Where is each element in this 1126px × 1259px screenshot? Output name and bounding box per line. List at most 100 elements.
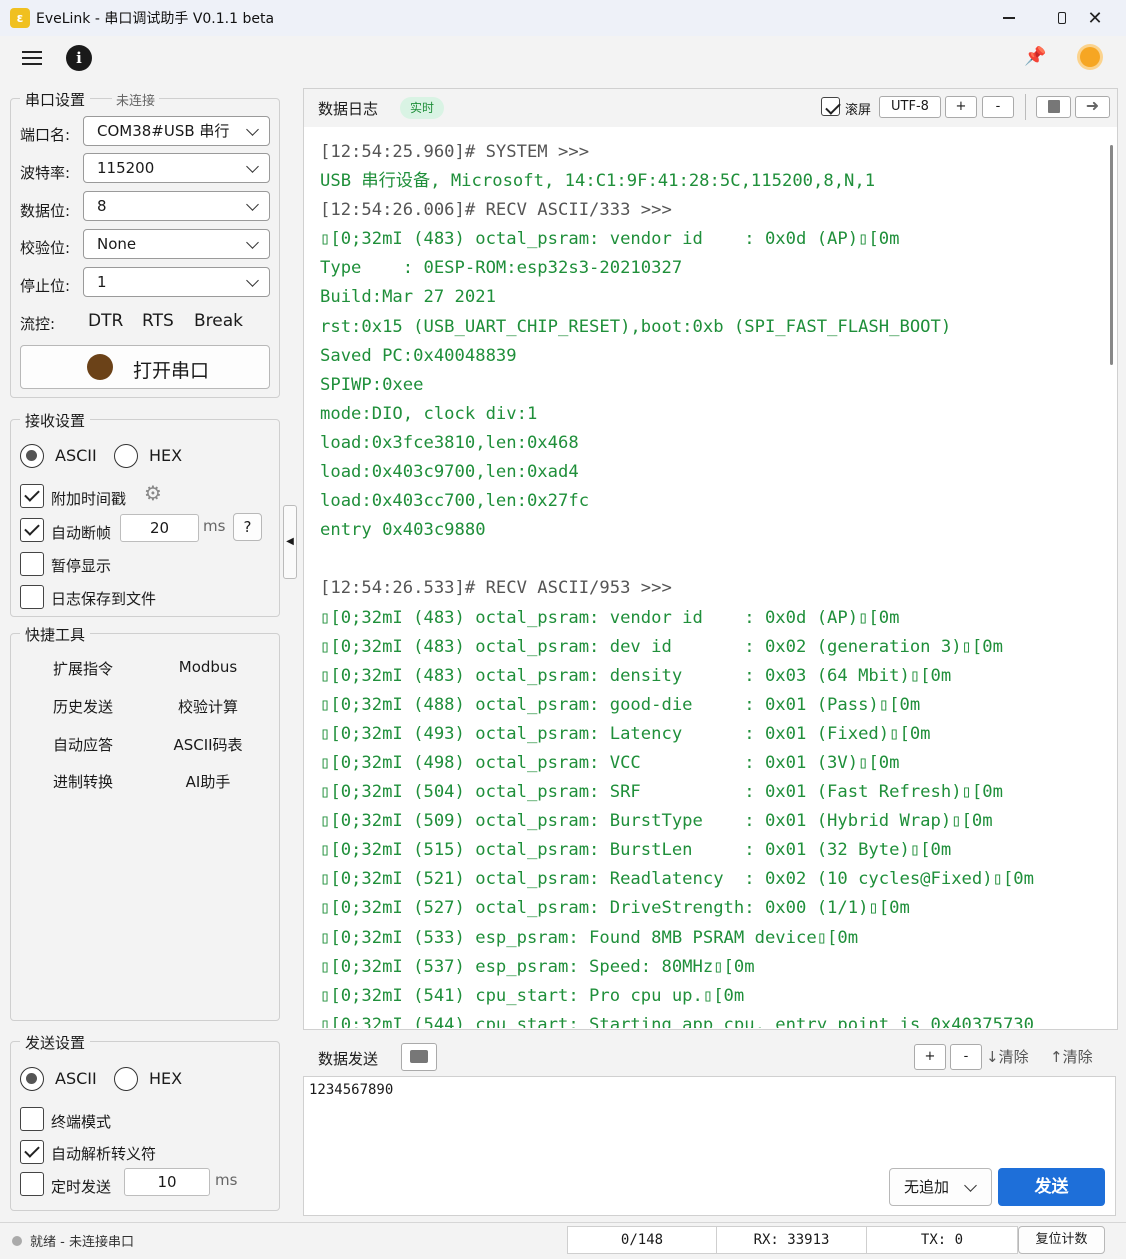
maximize-button[interactable] xyxy=(1008,0,1066,36)
send-ascii-radio[interactable] xyxy=(20,1067,44,1091)
triangle-left-icon: ◀ xyxy=(286,536,294,547)
reset-counter-button[interactable]: 复位计数 xyxy=(1018,1226,1105,1254)
trash-button[interactable] xyxy=(1036,96,1071,118)
close-button[interactable]: ✕ xyxy=(1066,0,1124,36)
chevron-down-icon xyxy=(246,236,259,249)
tx-counter: TX: 0 xyxy=(866,1226,1018,1254)
log-line: ▯[0;32mI (521) octal_psram: Readlatency … xyxy=(320,869,1034,890)
tool-ai-assistant[interactable]: AI助手 xyxy=(153,771,263,792)
log-line: ▯[0;32mI (515) octal_psram: BurstLen : 0… xyxy=(320,840,952,861)
log-line: ▯[0;32mI (533) esp_psram: Found 8MB PSRA… xyxy=(320,927,859,948)
autoframe-label: 自动断帧 xyxy=(51,524,112,542)
menu-icon[interactable] xyxy=(22,48,42,68)
chevron-down-icon xyxy=(246,274,259,287)
tool-ascii-table[interactable]: ASCII码表 xyxy=(153,734,263,755)
send-input-box[interactable] xyxy=(303,1076,1116,1216)
log-line: Type : 0ESP-ROM:esp32s3-20210327 xyxy=(320,258,683,279)
clear-up-button[interactable]: ↑清除 xyxy=(1050,1046,1093,1067)
send-zoom-in-button[interactable]: + xyxy=(914,1044,946,1070)
send-zoom-out-button[interactable]: - xyxy=(950,1044,982,1070)
receive-ascii-label: ASCII xyxy=(55,446,97,465)
chevron-down-icon xyxy=(246,160,259,173)
timer-checkbox[interactable] xyxy=(20,1172,44,1196)
log-title: 数据日志 xyxy=(318,100,379,118)
receive-hex-radio[interactable] xyxy=(114,444,138,468)
send-button[interactable]: 发送 xyxy=(998,1168,1105,1206)
pause-checkbox[interactable] xyxy=(20,552,44,576)
clear-down-button[interactable]: ↓清除 xyxy=(986,1046,1029,1067)
parity-select[interactable]: None xyxy=(83,229,270,259)
zoom-in-button[interactable]: + xyxy=(945,96,977,118)
tools-title: 快捷工具 xyxy=(20,624,91,645)
tool-history-send[interactable]: 历史发送 xyxy=(28,696,138,717)
close-icon: ✕ xyxy=(1087,7,1103,29)
pin-icon[interactable]: 📌 xyxy=(1024,46,1046,67)
flow-dtr-toggle[interactable]: DTR xyxy=(88,311,123,331)
databits-select[interactable]: 8 xyxy=(83,191,270,221)
tool-modbus[interactable]: Modbus xyxy=(153,658,263,676)
timestamp-checkbox[interactable] xyxy=(20,484,44,508)
tool-checksum[interactable]: 校验计算 xyxy=(153,696,263,717)
status-text: 就绪 - 未连接串口 xyxy=(30,1235,134,1250)
log-line: ▯[0;32mI (483) octal_psram: vendor id : … xyxy=(320,229,900,250)
tool-base-convert[interactable]: 进制转换 xyxy=(28,771,138,792)
trash-icon xyxy=(1047,100,1060,113)
send-settings-title: 发送设置 xyxy=(20,1032,91,1053)
info-icon[interactable]: i xyxy=(66,45,92,71)
help-button[interactable]: ? xyxy=(233,513,262,541)
receive-ascii-radio[interactable] xyxy=(20,444,44,468)
log-header-line: [12:54:26.533]# RECV ASCII/953 >>> xyxy=(320,578,672,599)
log-line: ▯[0;32mI (493) octal_psram: Latency : 0x… xyxy=(320,723,931,744)
escape-checkbox[interactable] xyxy=(20,1140,44,1164)
log-line: ▯[0;32mI (498) octal_psram: VCC : 0x01 (… xyxy=(320,752,900,773)
escape-label: 自动解析转义符 xyxy=(51,1145,157,1163)
receive-hex-label: HEX xyxy=(149,446,183,465)
flow-break-toggle[interactable]: Break xyxy=(194,311,243,331)
scroll-checkbox[interactable] xyxy=(821,97,840,116)
log-line: ▯[0;32mI (537) esp_psram: Speed: 80MHz▯[… xyxy=(320,956,755,977)
append-select[interactable]: 无追加 xyxy=(889,1168,992,1206)
log-line: USB 串行设备, Microsoft, 14:C1:9F:41:28:5C,1… xyxy=(320,171,876,192)
open-file-button[interactable] xyxy=(401,1043,437,1071)
zoom-out-button[interactable]: - xyxy=(982,96,1014,118)
log-line: rst:0x15 (USB_UART_CHIP_RESET),boot:0xb … xyxy=(320,316,952,337)
send-hex-radio[interactable] xyxy=(114,1067,138,1091)
rx-counter: RX: 33913 xyxy=(716,1226,867,1254)
status-dot-icon xyxy=(12,1236,22,1246)
log-line: ▯[0;32mI (488) octal_psram: good-die : 0… xyxy=(320,694,921,715)
arrow-right-icon: ➜ xyxy=(1085,96,1100,115)
byte-counter: 0/148 xyxy=(567,1226,717,1254)
arrow-up-icon: ↑ xyxy=(1050,1048,1063,1066)
send-title: 数据发送 xyxy=(318,1050,379,1068)
log-line: load:0x403cc700,len:0x27fc xyxy=(320,491,590,512)
send-ascii-label: ASCII xyxy=(55,1069,97,1088)
port-select[interactable]: COM38#USB 串行 xyxy=(83,116,270,146)
collapse-sidebar-button[interactable]: ◀ xyxy=(283,505,297,579)
autoframe-unit: ms xyxy=(203,517,226,535)
flow-rts-toggle[interactable]: RTS xyxy=(142,311,174,331)
tool-extended-commands[interactable]: 扩展指令 xyxy=(28,658,138,679)
flow-label: 流控: xyxy=(20,315,56,333)
terminal-checkbox[interactable] xyxy=(20,1107,44,1131)
log-line: ▯[0;32mI (541) cpu_start: Pro cpu up.▯[0… xyxy=(320,985,745,1006)
autoframe-input[interactable]: 20 xyxy=(120,514,199,542)
log-scrollbar[interactable] xyxy=(1110,145,1113,365)
log-output[interactable]: [12:54:25.960]# SYSTEM >>> USB 串行设备, Micr… xyxy=(320,138,1110,1028)
log-line: ▯[0;32mI (509) octal_psram: BurstType : … xyxy=(320,811,993,832)
divider xyxy=(1025,94,1026,120)
open-port-button[interactable]: 打开串口 xyxy=(20,345,270,389)
baud-select[interactable]: 115200 xyxy=(83,153,270,183)
theme-sun-icon[interactable] xyxy=(1080,47,1100,67)
autoframe-checkbox[interactable] xyxy=(20,518,44,542)
window-title: EveLink - 串口调试助手 V0.1.1 beta xyxy=(36,11,275,27)
parity-label: 校验位: xyxy=(20,239,71,257)
stopbits-select[interactable]: 1 xyxy=(83,267,270,297)
export-button[interactable]: ➜ xyxy=(1075,96,1110,118)
gear-icon[interactable]: ⚙ xyxy=(144,481,162,505)
tool-auto-reply[interactable]: 自动应答 xyxy=(28,734,138,755)
log-line: SPIWP:0xee xyxy=(320,374,424,395)
timer-input[interactable]: 10 xyxy=(124,1168,210,1196)
serial-settings-title: 串口设置 xyxy=(20,89,91,110)
savelog-checkbox[interactable] xyxy=(20,585,44,609)
encoding-select[interactable]: UTF-8 xyxy=(879,96,941,118)
